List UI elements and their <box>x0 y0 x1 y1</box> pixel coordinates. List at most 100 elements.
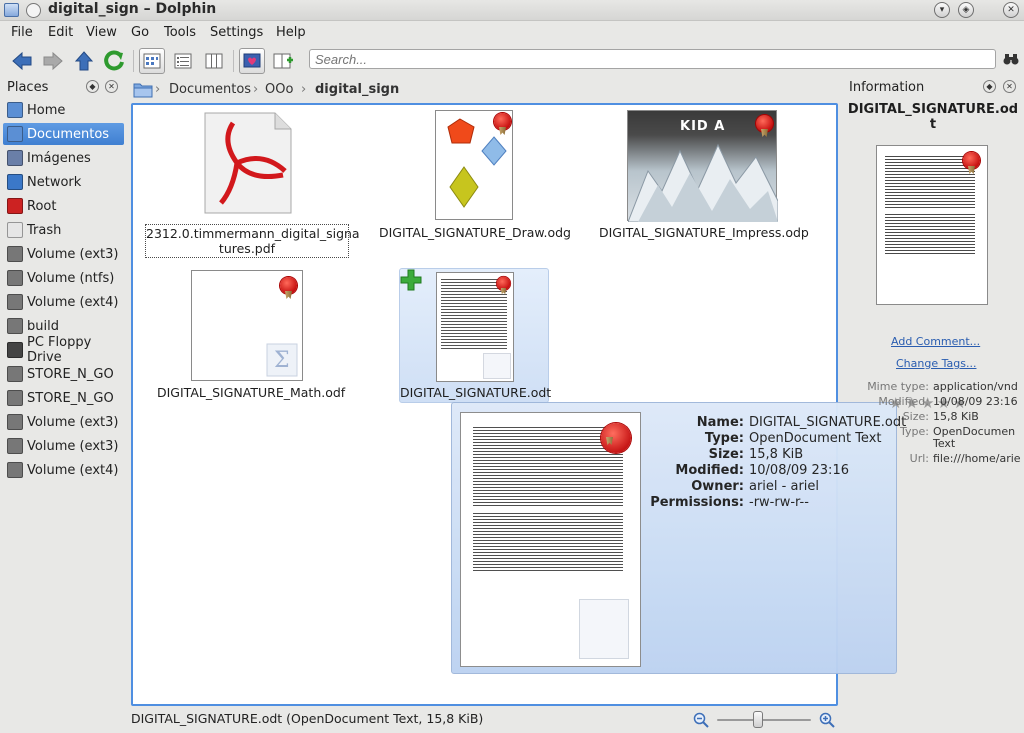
file-name: DIGITAL_SIGNATURE_Math.odf <box>157 385 346 400</box>
tooltip-label: Type: <box>704 431 744 446</box>
sidebar-item-home[interactable]: Home <box>3 99 124 121</box>
sidebar-item-documentos[interactable]: Documentos <box>3 123 124 145</box>
file-name: DIGITAL_SIGNATURE_Impress.odp <box>599 225 809 240</box>
sidebar-item-trash[interactable]: Trash <box>3 219 124 241</box>
icons-view-icon <box>143 53 161 69</box>
network-icon <box>7 174 23 190</box>
meta-label: Mime type: <box>867 380 929 393</box>
zoom-in-icon[interactable] <box>819 712 835 731</box>
window-sticky-icon[interactable] <box>26 3 41 18</box>
usb-drive-icon <box>7 390 23 406</box>
sidebar-item-label: Imágenes <box>27 150 91 166</box>
file-item-odt[interactable]: DIGITAL_SIGNATURE.odt <box>399 268 551 403</box>
pdf-file-icon <box>204 112 292 214</box>
sidebar-item-label: PC Floppy Drive <box>27 335 92 365</box>
panel-float-icon[interactable]: ◆ <box>86 80 99 93</box>
sidebar-item-volume-ext4[interactable]: Volume (ext4) <box>3 459 124 481</box>
file-item-impress[interactable]: KID A DIGITAL_SIGNATURE_Impress.odp <box>599 107 809 243</box>
zoom-slider[interactable] <box>717 719 811 721</box>
meta-label: Url: <box>909 452 929 465</box>
sidebar-item-volume-ext3[interactable]: Volume (ext3) <box>3 243 124 265</box>
impress-thumbnail: KID A <box>627 110 778 222</box>
information-title: Information <box>849 80 925 95</box>
menu-help[interactable]: Help <box>276 25 306 40</box>
sidebar-item-label: Documentos <box>27 126 110 142</box>
file-item-math[interactable]: Σ DIGITAL_SIGNATURE_Math.odf <box>157 269 346 405</box>
breadcrumb-separator: › <box>301 82 307 97</box>
zoom-out-icon[interactable] <box>693 712 709 731</box>
panel-close-icon[interactable]: ✕ <box>105 80 118 93</box>
maximize-button[interactable]: ◈ <box>958 2 974 18</box>
add-selection-icon[interactable] <box>400 269 422 291</box>
sidebar-item-build[interactable]: build <box>3 315 124 337</box>
breadcrumb: › Documentos › OOo › digital_sign <box>131 78 839 102</box>
search-input[interactable] <box>309 49 996 69</box>
sidebar-item-volume-ext4[interactable]: Volume (ext4) <box>3 291 124 313</box>
draw-thumbnail <box>435 110 513 220</box>
reload-button[interactable] <box>101 48 127 74</box>
menu-edit[interactable]: Edit <box>48 25 73 40</box>
root-folder-icon <box>7 198 23 214</box>
arrow-up-icon <box>74 51 94 71</box>
title-bar[interactable]: digital_sign – Dolphin ▾ ◈ ✕ <box>0 0 1024 21</box>
change-tags-link[interactable]: Change Tags... <box>896 357 976 370</box>
columns-view-button[interactable] <box>201 48 227 74</box>
sidebar-item-root[interactable]: Root <box>3 195 124 217</box>
split-button[interactable] <box>270 48 296 74</box>
preview-button[interactable] <box>239 48 265 74</box>
breadcrumb-separator: › <box>253 82 259 97</box>
home-folder-icon <box>7 102 23 118</box>
usb-drive-icon <box>7 366 23 382</box>
sidebar-item-im-genes[interactable]: Imágenes <box>3 147 124 169</box>
breadcrumb-digital-sign[interactable]: digital_sign <box>315 82 399 97</box>
drive-icon <box>7 318 23 334</box>
signature-seal-icon <box>494 113 511 130</box>
zoom-slider-handle[interactable] <box>753 711 763 728</box>
add-comment-link[interactable]: Add Comment... <box>891 335 980 348</box>
forward-button[interactable] <box>40 48 66 74</box>
icons-view-button[interactable] <box>139 48 165 74</box>
meta-value: file:///home/arie <box>933 452 1021 465</box>
sidebar-item-label: Home <box>27 102 66 118</box>
file-item-draw[interactable]: DIGITAL_SIGNATURE_Draw.odg <box>379 107 571 243</box>
meta-value: application/vnd <box>933 380 1018 393</box>
minimize-button[interactable]: ▾ <box>934 2 950 18</box>
tooltip-label: Permissions: <box>650 495 744 510</box>
panel-close-icon[interactable]: ✕ <box>1003 80 1016 93</box>
menu-tools[interactable]: Tools <box>164 25 196 40</box>
sigma-icon: Σ <box>266 343 298 377</box>
file-name: DIGITAL_SIGNATURE_Draw.odg <box>379 225 571 240</box>
menu-settings[interactable]: Settings <box>210 25 263 40</box>
details-view-button[interactable] <box>170 48 196 74</box>
file-tooltip: Name: DIGITAL_SIGNATURE.odt Type: OpenDocum… <box>451 402 906 674</box>
panel-float-icon[interactable]: ◆ <box>983 80 996 93</box>
arrow-left-icon <box>12 51 32 71</box>
sidebar-item-pc-floppy-drive[interactable]: PC Floppy Drive <box>3 335 124 365</box>
places-title: Places <box>7 80 49 95</box>
sidebar-item-store-n-go[interactable]: STORE_N_GO <box>3 363 124 385</box>
back-button[interactable] <box>9 48 35 74</box>
binoculars-icon[interactable] <box>1003 52 1019 66</box>
sidebar-item-label: Volume (ext3) <box>27 246 119 262</box>
sidebar-item-volume-ext3[interactable]: Volume (ext3) <box>3 411 124 433</box>
sidebar-item-volume-ext3[interactable]: Volume (ext3) <box>3 435 124 457</box>
breadcrumb-ooo[interactable]: OOo <box>265 82 293 97</box>
menu-go[interactable]: Go <box>131 25 149 40</box>
sidebar-item-label: Volume (ext4) <box>27 462 119 478</box>
close-button[interactable]: ✕ <box>1003 2 1019 18</box>
breadcrumb-documentos[interactable]: Documentos <box>169 82 251 97</box>
sidebar-item-network[interactable]: Network <box>3 171 124 193</box>
sidebar-item-label: Volume (ext4) <box>27 294 119 310</box>
up-button[interactable] <box>71 48 97 74</box>
file-item-pdf[interactable]: 2312.0.timmermann_digital_signa tures.pdf <box>145 111 360 258</box>
sidebar-item-volume-ntfs[interactable]: Volume (ntfs) <box>3 267 124 289</box>
tooltip-value: 15,8 KiB <box>749 447 804 462</box>
toolbar-separator <box>133 50 134 72</box>
sidebar-item-store-n-go[interactable]: STORE_N_GO <box>3 387 124 409</box>
window-menu-icon[interactable] <box>4 3 19 17</box>
svg-text:Σ: Σ <box>274 348 290 373</box>
menu-view[interactable]: View <box>86 25 117 40</box>
pictures-folder-icon <box>7 150 23 166</box>
menu-file[interactable]: File <box>11 25 33 40</box>
folder-icon[interactable] <box>133 81 153 98</box>
